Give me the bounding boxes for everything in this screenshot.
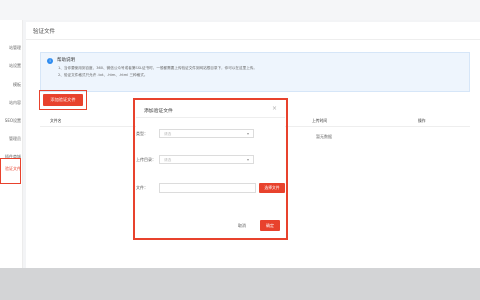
add-verify-file-dialog: 添加验证文件 × 类型： 请选 ▾ 上传目录： 请选 ▾ 文件： 选择文件 取消… [136, 101, 285, 237]
top-bar [0, 0, 480, 20]
sidebar-item-admin[interactable]: 管理员 [0, 136, 22, 142]
chevron-down-icon: ▾ [246, 156, 249, 162]
sidebar-item-site-content[interactable]: 站内容 [0, 100, 22, 106]
upload-dir-select[interactable]: 请选 ▾ [159, 155, 254, 164]
sidebar-item-template[interactable]: 模板 [0, 82, 22, 88]
info-icon: i [47, 58, 53, 64]
type-select[interactable]: 请选 ▾ [159, 129, 254, 138]
empty-state: 暂无数据 [316, 134, 332, 139]
page-title: 验证文件 [33, 29, 56, 35]
help-title: 帮助说明 [57, 58, 75, 63]
upload-dir-label: 上传目录： [136, 157, 156, 162]
help-line-2: 2、验证文件格式只允许 .txt、.htm、.html 三种格式。 [58, 73, 148, 77]
type-label: 类型： [136, 131, 148, 136]
column-filename: 文件名 [50, 118, 62, 123]
sidebar-item-site-settings[interactable]: 站设置 [0, 63, 22, 69]
cancel-button[interactable]: 取消 [235, 222, 249, 230]
dialog-title: 添加验证文件 [144, 109, 173, 114]
sidebar: 站管理 站设置 模板 站内容 SEO设置 管理员 插件商城 验证文件 [0, 20, 23, 268]
add-button-highlight-box [39, 90, 87, 110]
modal-backdrop [0, 268, 480, 300]
help-notice: i 帮助说明 1、当你要使用到百度、360、微信公众号或者第SSL证书时，一般都… [40, 52, 470, 92]
file-label: 文件： [136, 185, 148, 190]
upload-dir-placeholder: 请选 [164, 157, 172, 162]
confirm-button[interactable]: 确定 [260, 220, 280, 231]
column-actions: 操作 [418, 118, 426, 123]
close-icon[interactable]: × [272, 106, 277, 112]
sidebar-item-site-manage[interactable]: 站管理 [0, 45, 22, 51]
type-select-placeholder: 请选 [164, 131, 172, 136]
column-upload-time: 上传时间 [312, 118, 328, 123]
file-input[interactable] [159, 183, 256, 193]
choose-file-button[interactable]: 选择文件 [259, 183, 285, 193]
sidebar-highlight-box [0, 158, 21, 184]
divider [26, 39, 480, 40]
divider [136, 117, 285, 118]
chevron-down-icon: ▾ [246, 130, 249, 136]
sidebar-item-seo[interactable]: SEO设置 [0, 118, 22, 124]
help-line-1: 1、当你要使用到百度、360、微信公众号或者第SSL证书时，一般都需要上传验证文… [58, 66, 257, 70]
